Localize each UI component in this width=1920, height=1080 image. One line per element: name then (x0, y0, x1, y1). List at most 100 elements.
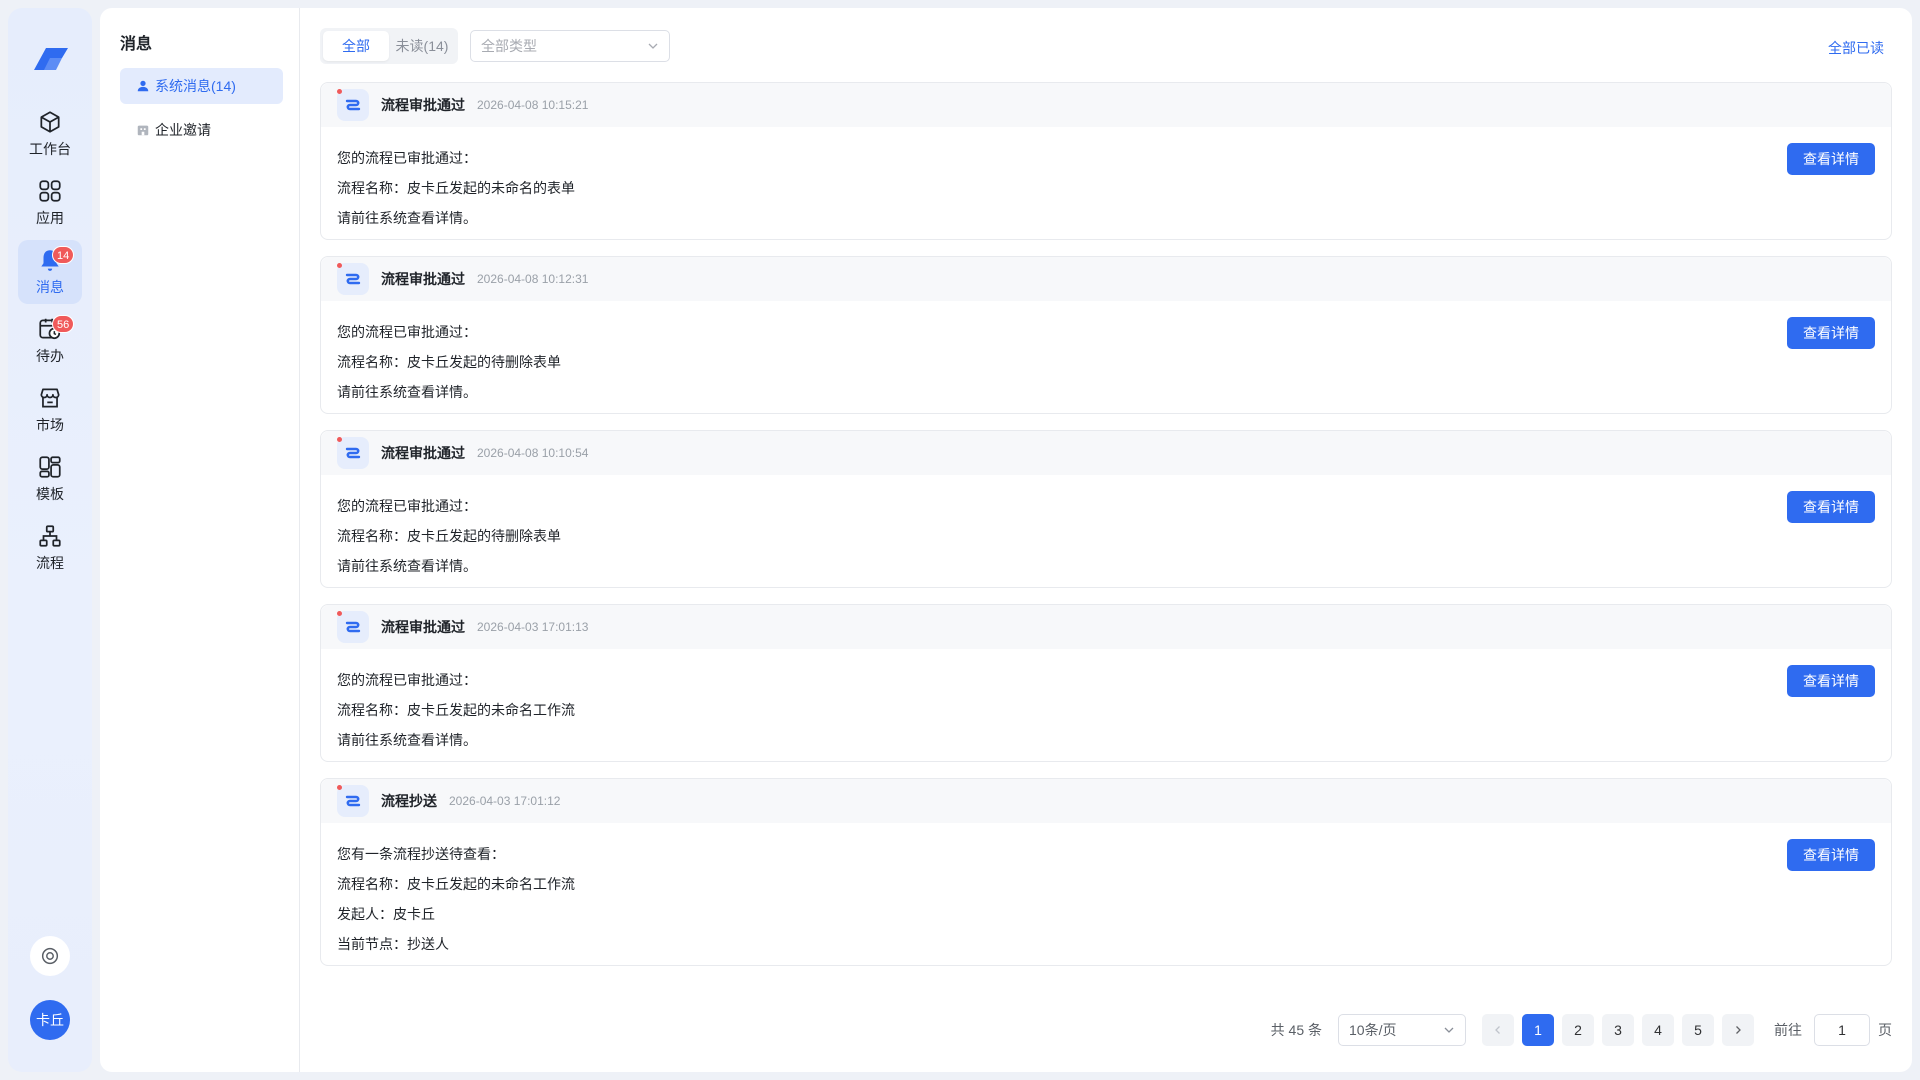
subnav-label: 系统消息(14) (155, 78, 236, 94)
message-card-header: 流程审批通过 2026-04-03 17:01:13 (321, 605, 1891, 649)
message-line: 请前往系统查看详情。 (337, 558, 477, 574)
message-content: 全部 未读(14) 全部类型 全部已读 流程审批通过 2026-04-08 10… (300, 8, 1912, 1072)
message-card: 流程抄送 2026-04-03 17:01:12 您有一条流程抄送待查看： 流程… (320, 778, 1892, 966)
message-subnav: 消息 系统消息(14) 企业邀请 (100, 8, 300, 1072)
flow-app-icon (337, 611, 369, 643)
todo-badge: 56 (52, 315, 75, 333)
prev-page-button[interactable] (1482, 1014, 1514, 1046)
user-avatar[interactable]: 卡丘 (30, 1000, 70, 1040)
mark-all-read-link[interactable]: 全部已读 (1828, 38, 1884, 58)
building-icon (136, 123, 150, 137)
nav-todo[interactable]: 待办 56 (18, 309, 82, 373)
page-size-select[interactable]: 10条/页 (1338, 1014, 1466, 1046)
flow-app-icon (337, 437, 369, 469)
page-button[interactable]: 5 (1682, 1014, 1714, 1046)
message-card: 流程审批通过 2026-04-08 10:15:21 您的流程已审批通过： 流程… (320, 82, 1892, 240)
message-line: 您有一条流程抄送待查看： (337, 846, 505, 862)
nav-label: 市场 (36, 417, 64, 433)
message-time: 2026-04-03 17:01:13 (477, 620, 589, 634)
apps-grid-icon (39, 180, 61, 202)
view-details-button[interactable]: 查看详情 (1787, 317, 1875, 349)
page-button[interactable]: 1 (1522, 1014, 1554, 1046)
message-body: 您的流程已审批通过： 流程名称：皮卡丘发起的未命名的表单 请前往系统查看详情。 … (321, 127, 1891, 239)
goto-suffix: 页 (1878, 1022, 1892, 1038)
nav-label: 消息 (36, 279, 64, 295)
nav-market[interactable]: 市场 (18, 378, 82, 442)
nav-workbench[interactable]: 工作台 (18, 102, 82, 166)
subnav-label: 企业邀请 (155, 122, 211, 138)
nav-label: 流程 (36, 555, 64, 571)
view-details-button[interactable]: 查看详情 (1787, 143, 1875, 175)
nav-apps[interactable]: 应用 (18, 171, 82, 235)
message-time: 2026-04-08 10:15:21 (477, 98, 589, 112)
unread-dot (337, 263, 342, 268)
message-body: 您的流程已审批通过： 流程名称：皮卡丘发起的待删除表单 请前往系统查看详情。 查… (321, 301, 1891, 413)
message-body: 您的流程已审批通过： 流程名称：皮卡丘发起的未命名工作流 请前往系统查看详情。 … (321, 649, 1891, 761)
message-list: 流程审批通过 2026-04-08 10:15:21 您的流程已审批通过： 流程… (320, 82, 1892, 998)
tab-all[interactable]: 全部 (323, 31, 389, 61)
template-icon (39, 456, 61, 478)
nav-label: 工作台 (29, 141, 71, 157)
message-card: 流程审批通过 2026-04-08 10:12:31 您的流程已审批通过： 流程… (320, 256, 1892, 414)
message-time: 2026-04-08 10:10:54 (477, 446, 589, 460)
page-button[interactable]: 3 (1602, 1014, 1634, 1046)
nav-messages[interactable]: 消息 14 (18, 240, 82, 304)
message-line: 您的流程已审批通过： (337, 324, 477, 340)
flow-app-icon (337, 785, 369, 817)
view-details-button[interactable]: 查看详情 (1787, 839, 1875, 871)
message-card: 流程审批通过 2026-04-08 10:10:54 您的流程已审批通过： 流程… (320, 430, 1892, 588)
store-icon (40, 388, 60, 408)
message-line: 流程名称：皮卡丘发起的待删除表单 (337, 528, 561, 544)
flow-app-icon (337, 263, 369, 295)
page-button[interactable]: 2 (1562, 1014, 1594, 1046)
tab-unread[interactable]: 未读(14) (389, 31, 455, 61)
message-line: 流程名称：皮卡丘发起的待删除表单 (337, 354, 561, 370)
nav-label: 待办 (36, 348, 64, 364)
chevron-left-icon (1495, 1026, 1500, 1034)
message-line: 流程名称：皮卡丘发起的未命名的表单 (337, 180, 575, 196)
message-line: 流程名称：皮卡丘发起的未命名工作流 (337, 876, 575, 892)
message-title: 流程审批通过 (381, 445, 465, 461)
type-select-placeholder: 全部类型 (481, 38, 537, 54)
message-card-header: 流程审批通过 2026-04-08 10:15:21 (321, 83, 1891, 127)
message-title: 流程抄送 (381, 793, 437, 809)
nav-label: 应用 (36, 210, 64, 226)
message-line: 您的流程已审批通过： (337, 498, 477, 514)
message-title: 流程审批通过 (381, 97, 465, 113)
nav-flow[interactable]: 流程 (18, 516, 82, 580)
goto-prefix: 前往 (1774, 1022, 1802, 1038)
unread-dot (337, 611, 342, 616)
pagination: 共 45 条 10条/页 1 2 3 4 5 前往 1 页 (1271, 1014, 1892, 1046)
subnav-item-system[interactable]: 系统消息(14) (120, 68, 283, 104)
user-icon (136, 79, 150, 93)
message-time: 2026-04-08 10:12:31 (477, 272, 589, 286)
message-line: 请前往系统查看详情。 (337, 732, 477, 748)
type-select[interactable]: 全部类型 (470, 30, 670, 62)
goto-page: 前往 1 页 (1774, 1014, 1892, 1046)
message-line: 请前往系统查看详情。 (337, 384, 477, 400)
message-card-header: 流程抄送 2026-04-03 17:01:12 (321, 779, 1891, 823)
settings-button[interactable] (30, 936, 70, 976)
message-card: 流程审批通过 2026-04-03 17:01:13 您的流程已审批通过： 流程… (320, 604, 1892, 762)
nav-label: 模板 (36, 486, 64, 502)
chevron-down-icon (648, 43, 658, 49)
page-button[interactable]: 4 (1642, 1014, 1674, 1046)
unread-dot (337, 437, 342, 442)
message-title: 流程审批通过 (381, 271, 465, 287)
subnav-title: 消息 (120, 36, 153, 53)
view-details-button[interactable]: 查看详情 (1787, 665, 1875, 697)
app-logo[interactable] (28, 36, 74, 82)
nav-templates[interactable]: 模板 (18, 447, 82, 511)
flow-icon (39, 525, 61, 547)
view-details-button[interactable]: 查看详情 (1787, 491, 1875, 523)
message-line: 发起人：皮卡丘 (337, 906, 435, 922)
settings-icon (41, 947, 59, 965)
next-page-button[interactable] (1722, 1014, 1754, 1046)
message-body: 您的流程已审批通过： 流程名称：皮卡丘发起的待删除表单 请前往系统查看详情。 查… (321, 475, 1891, 587)
message-line: 流程名称：皮卡丘发起的未命名工作流 (337, 702, 575, 718)
message-card-header: 流程审批通过 2026-04-08 10:10:54 (321, 431, 1891, 475)
message-line: 请前往系统查看详情。 (337, 210, 477, 226)
subnav-item-invite[interactable]: 企业邀请 (120, 112, 283, 148)
goto-page-input[interactable]: 1 (1814, 1014, 1870, 1046)
workbench-icon (40, 111, 60, 133)
